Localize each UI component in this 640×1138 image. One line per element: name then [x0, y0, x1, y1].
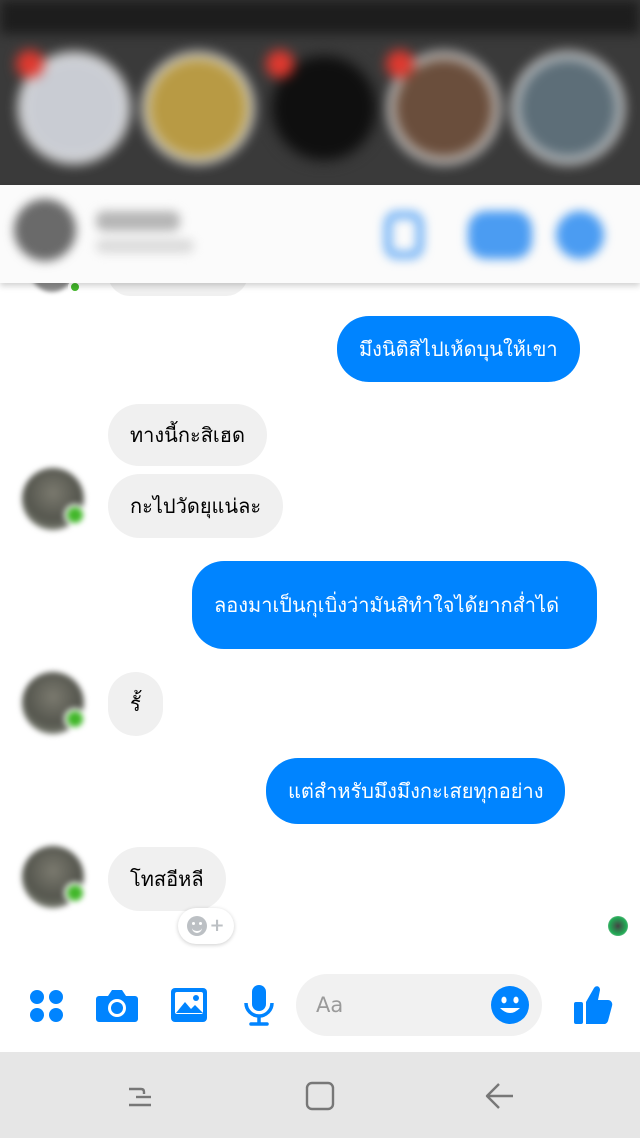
home-icon[interactable]	[298, 1074, 342, 1118]
message-text: รั้	[130, 692, 141, 716]
image-icon[interactable]	[164, 980, 214, 1030]
contact-status	[96, 239, 194, 253]
contact-avatar[interactable]	[22, 846, 86, 908]
message-text: แต่สำหรับมึงมึงกะเสยทุกอย่าง	[288, 779, 544, 803]
message-bubble-incoming[interactable]: รั้	[108, 672, 163, 736]
system-navigation-bar	[0, 1052, 640, 1138]
emoji-icon[interactable]	[490, 985, 530, 1025]
stories-tray-blur	[0, 0, 640, 190]
messenger-screen: มึงนิติสิไปเห้ดบุนให้เขา ทางนี้กะสิเฮด ก…	[0, 0, 640, 1138]
back-icon[interactable]	[478, 1074, 522, 1118]
message-input-field[interactable]	[296, 974, 542, 1036]
story-avatar[interactable]	[142, 52, 254, 164]
apps-grid-icon[interactable]	[22, 980, 72, 1030]
message-text: กะไปวัดยุแน่ละ	[130, 494, 262, 518]
message-bubble-outgoing[interactable]: ลองมาเป็นกุเบิ่งว่ามันสิทำใจได้ยากส่ำได่	[192, 561, 597, 649]
story-avatar[interactable]	[266, 50, 380, 164]
story-avatar[interactable]	[386, 50, 500, 164]
message-text: มึงนิติสิไปเห้ดบุนให้เขา	[359, 337, 558, 361]
message-text: ทางนี้กะสิเฮด	[130, 423, 245, 447]
story-avatar[interactable]	[512, 52, 624, 164]
microphone-icon[interactable]	[234, 980, 284, 1030]
message-bubble-incoming[interactable]: โทสอีหลี	[108, 847, 226, 911]
stories-tray	[0, 0, 640, 190]
seen-indicator-avatar	[608, 916, 628, 936]
status-bar	[0, 0, 640, 34]
plus-icon: +	[209, 915, 225, 936]
story-badge	[16, 50, 44, 78]
message-input[interactable]	[316, 990, 486, 1020]
video-call-icon[interactable]	[468, 211, 532, 259]
story-badge	[266, 50, 294, 78]
story-avatar[interactable]	[16, 50, 130, 164]
chat-header	[0, 185, 640, 283]
message-text: โทสอีหลี	[130, 867, 204, 891]
message-bubble-outgoing[interactable]: มึงนิติสิไปเห้ดบุนให้เขา	[337, 316, 580, 382]
story-badge	[386, 50, 414, 78]
contact-avatar[interactable]	[14, 199, 76, 261]
recent-apps-icon[interactable]	[118, 1074, 162, 1118]
message-composer	[0, 962, 640, 1052]
message-text: ลองมาเป็นกุเบิ่งว่ามันสิทำใจได้ยากส่ำได่	[214, 593, 560, 617]
message-bubble-outgoing[interactable]: แต่สำหรับมึงมึงกะเสยทุกอย่าง	[266, 758, 566, 824]
contact-avatar[interactable]	[22, 672, 86, 734]
camera-icon[interactable]	[92, 980, 142, 1030]
message-bubble-incoming[interactable]: ทางนี้กะสิเฮด	[108, 404, 267, 466]
smiley-icon	[187, 916, 208, 936]
contact-name[interactable]	[96, 211, 180, 231]
info-icon[interactable]	[556, 211, 604, 259]
message-list[interactable]: มึงนิติสิไปเห้ดบุนให้เขา ทางนี้กะสิเฮด ก…	[0, 262, 640, 952]
add-reaction-button[interactable]: +	[178, 908, 234, 944]
phone-icon[interactable]	[384, 211, 424, 259]
message-bubble-incoming[interactable]: กะไปวัดยุแน่ละ	[108, 474, 284, 538]
chat-header-blur	[0, 185, 640, 283]
contact-avatar[interactable]	[22, 468, 86, 530]
thumbs-up-icon[interactable]	[568, 980, 618, 1030]
